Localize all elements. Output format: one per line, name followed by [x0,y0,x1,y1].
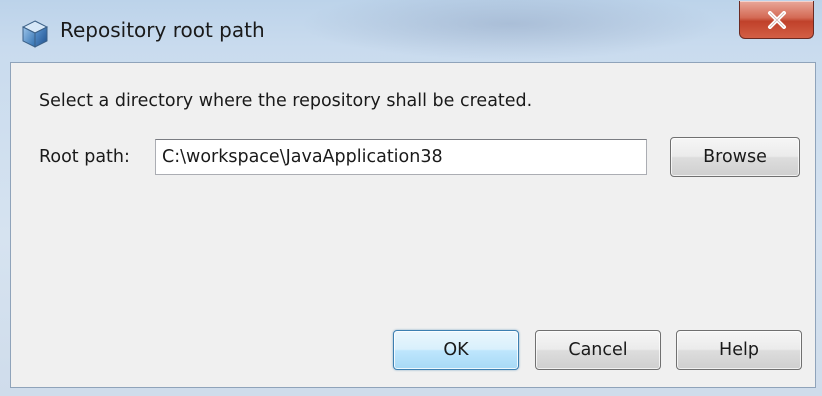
ok-button[interactable]: OK [393,330,519,370]
browse-button[interactable]: Browse [670,137,800,177]
close-icon [766,10,788,29]
root-path-label: Root path: [39,147,130,167]
help-button[interactable]: Help [676,330,802,370]
dialog-content: Select a directory where the repository … [10,62,816,388]
close-button[interactable] [739,1,814,39]
dialog-window: Repository root path Select a directory … [0,0,822,396]
instruction-text: Select a directory where the repository … [39,91,533,111]
title-bar[interactable]: Repository root path [0,0,822,62]
cancel-button[interactable]: Cancel [535,330,661,370]
window-title: Repository root path [60,18,265,42]
root-path-input[interactable] [155,139,647,175]
netbeans-cube-icon [21,20,49,48]
